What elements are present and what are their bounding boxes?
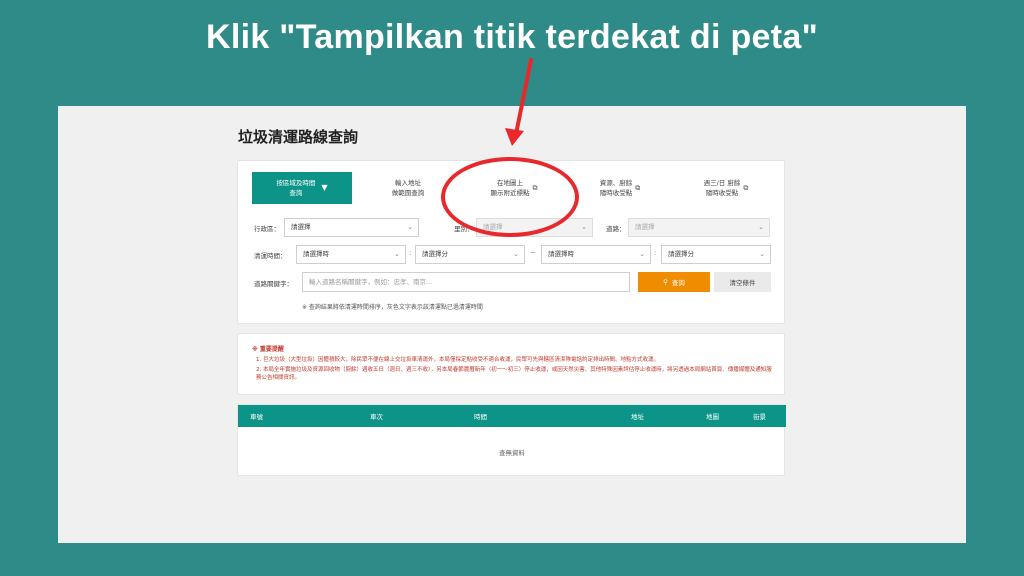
pointer-arrow-icon <box>505 58 533 146</box>
